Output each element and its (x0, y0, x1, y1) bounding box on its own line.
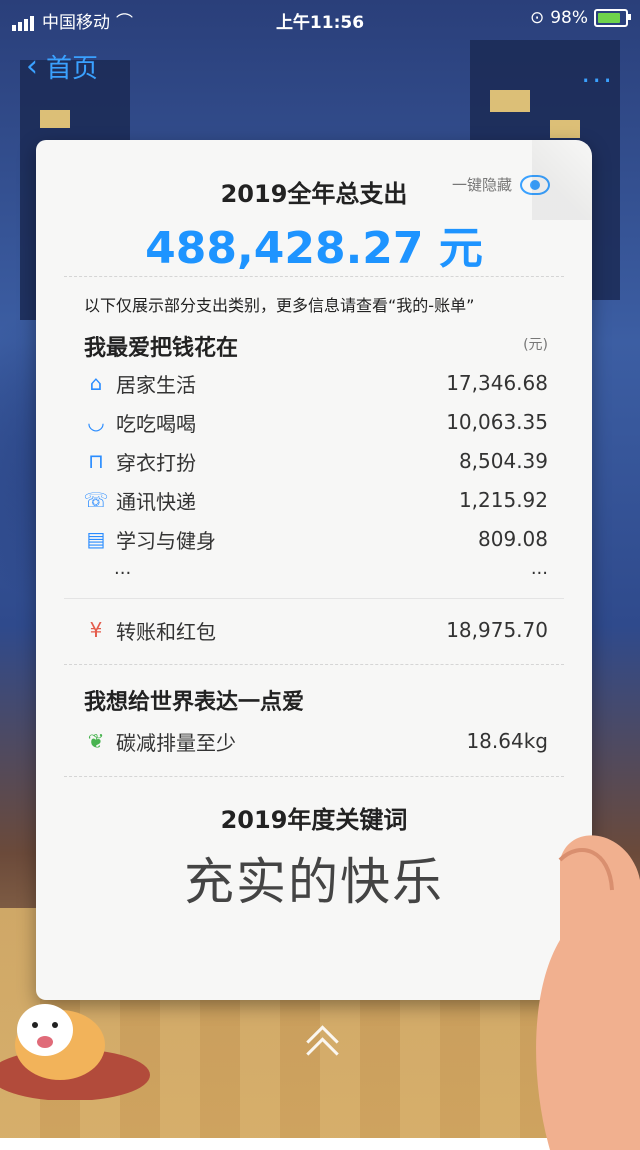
unit-label: (元) (523, 337, 548, 353)
bowl-icon: ◡ (87, 410, 105, 434)
shirt-icon: ⊓ (88, 449, 104, 473)
keyword-title: 2019年度关键词 (220, 806, 408, 834)
item-value: 8,504.39 (458, 449, 548, 473)
divider (64, 276, 564, 277)
item-label: 通讯快递 (116, 489, 196, 514)
list-item[interactable]: ▤ 学习与健身 809.08 (84, 524, 548, 554)
divider (64, 664, 564, 665)
carbon-value: 18.64kg (466, 729, 548, 753)
item-label: 居家生活 (116, 372, 196, 397)
annual-bill-card: 2019全年总支出 一键隐藏 488,428.27 元 以下仅展示部分支出类别，… (36, 140, 592, 1000)
eye-icon (520, 174, 550, 195)
back-button[interactable]: ‹ 首页 (26, 48, 98, 85)
carbon-label: 碳减排量至少 (116, 730, 236, 755)
list-item[interactable]: ◡ 吃吃喝喝 10,063.35 (84, 407, 548, 437)
more-items-right: ... (530, 558, 548, 579)
book-icon: ▤ (86, 527, 106, 551)
hide-toggle[interactable]: 一键隐藏 (452, 174, 550, 195)
hide-label: 一键隐藏 (451, 176, 512, 194)
transfer-value: 18,975.70 (446, 618, 548, 642)
battery-icon (594, 9, 631, 27)
love-heading: 我想给世界表达一点爱 (84, 690, 305, 715)
item-label: 吃吃喝喝 (116, 411, 196, 436)
phone-icon: ☏ (83, 488, 109, 512)
divider (64, 598, 564, 599)
item-value: 10,063.35 (446, 410, 548, 434)
transfer-row[interactable]: ¥ 转账和红包 18,975.70 (84, 615, 548, 645)
info-note: 以下仅展示部分支出类别，更多信息请查看“我的-账单” (84, 296, 475, 315)
total-amount: 488,428.27 元 (145, 223, 483, 274)
status-bar: 中国移动 ⌒ 上午11:56 ⊙ 98% (0, 0, 640, 36)
more-icon: ··· (581, 64, 614, 97)
item-value: 17,346.68 (446, 371, 548, 395)
item-value: 809.08 (478, 527, 548, 551)
item-value: 1,215.92 (458, 488, 548, 512)
item-label: 穿衣打扮 (116, 450, 196, 475)
window-light (490, 90, 530, 112)
home-icon: ⌂ (89, 371, 103, 395)
rotation-lock-icon: ⊙ (529, 8, 545, 28)
favorites-heading: 我最爱把钱花在 (84, 336, 239, 361)
leaf-icon: ❦ (87, 729, 105, 753)
window-light (550, 120, 580, 138)
list-item[interactable]: ⌂ 居家生活 17,346.68 (84, 368, 548, 398)
dog-illustration (0, 1004, 150, 1100)
keyword-value: 充实的快乐 (184, 853, 444, 911)
list-item[interactable]: ☏ 通讯快递 1,215.92 (83, 485, 549, 515)
red-envelope-icon: ¥ (89, 618, 103, 642)
swipe-up-indicator[interactable] (305, 1030, 337, 1062)
battery-percent: 98% (550, 8, 588, 28)
more-button[interactable]: ··· (581, 64, 614, 97)
item-label: 学习与健身 (116, 528, 216, 553)
window-light (40, 110, 70, 128)
transfer-label: 转账和红包 (116, 619, 216, 644)
hand-illustration (536, 835, 640, 1150)
more-items-left: ... (114, 558, 132, 579)
list-item[interactable]: ⊓ 穿衣打扮 8,504.39 (84, 446, 548, 476)
back-label: 首页 (46, 54, 99, 84)
carbon-row[interactable]: ❦ 碳减排量至少 18.64kg (84, 726, 548, 756)
divider (64, 776, 564, 777)
chevron-left-icon: ‹ (26, 48, 38, 84)
